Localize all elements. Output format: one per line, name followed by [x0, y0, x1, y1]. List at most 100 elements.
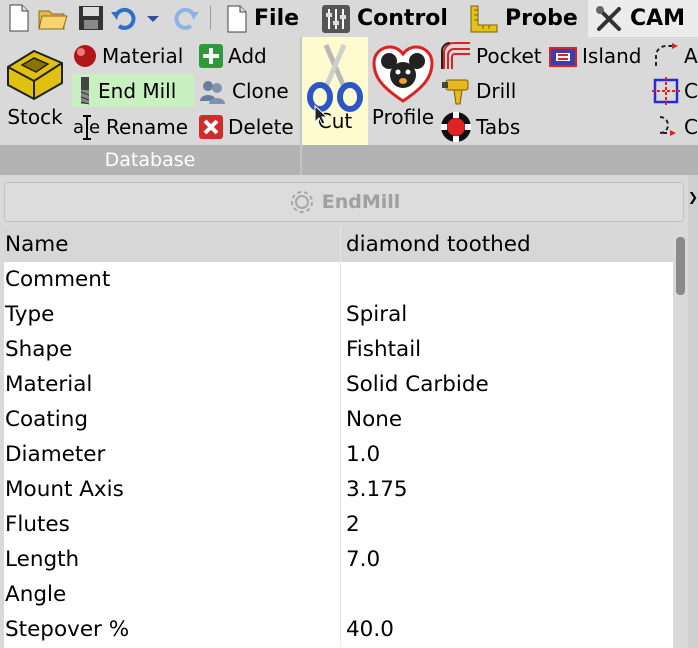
open-folder-icon[interactable]	[38, 4, 68, 32]
crosshair-box-icon	[652, 76, 680, 105]
table-row[interactable]: Type Spiral	[4, 297, 673, 332]
property-value[interactable]: 7.0	[340, 542, 673, 577]
end-mill-label: End Mill	[98, 78, 177, 103]
table-row[interactable]: Material Solid Carbide	[4, 367, 673, 402]
chevron-right-icon[interactable]: ❯	[688, 190, 698, 204]
table-row[interactable]: Diameter 1.0	[4, 437, 673, 472]
clone-icon	[200, 80, 225, 104]
table-row[interactable]: Mount Axis 3.175	[4, 472, 673, 507]
endmill-panel: EndMill ❯ Name diamond toothed Comment Type…	[0, 175, 698, 648]
property-value[interactable]: 1.0	[340, 437, 673, 472]
cut-off-button-3[interactable]: C	[652, 110, 698, 143]
material-label: Material	[102, 43, 184, 68]
cut-off-button-2[interactable]: C	[652, 74, 698, 107]
top-tab-bar: File Control Probe CAM	[0, 0, 698, 37]
tab-cam-label: CAM	[630, 6, 686, 31]
table-row[interactable]: Angle	[4, 577, 673, 612]
property-key: Name	[4, 227, 340, 262]
table-row[interactable]: Length 7.0	[4, 542, 673, 577]
property-value[interactable]: Solid Carbide	[340, 367, 673, 402]
property-value[interactable]	[340, 577, 673, 612]
add-label: Add	[228, 43, 267, 68]
cam-group-footer	[302, 145, 698, 175]
property-key: Shape	[5, 337, 73, 362]
rename-icon: ae	[73, 114, 100, 140]
property-key: Flutes	[5, 512, 70, 537]
property-key: Comment	[5, 267, 111, 292]
svg-text:a: a	[73, 117, 84, 138]
clone-button[interactable]: Clone	[198, 74, 289, 107]
table-row[interactable]: Comment	[4, 262, 673, 297]
redo-icon[interactable]	[172, 4, 199, 32]
property-key: Diameter	[5, 442, 106, 467]
rename-button[interactable]: ae Rename	[72, 110, 188, 143]
delete-button[interactable]: Delete	[198, 110, 294, 143]
end-mill-button[interactable]: End Mill	[72, 74, 194, 107]
database-group-label: Database	[0, 145, 300, 175]
profile-button[interactable]: Profile	[370, 43, 436, 129]
chevron-down-icon[interactable]	[144, 4, 170, 32]
tab-file[interactable]: File	[220, 0, 305, 37]
gear-icon	[290, 191, 313, 213]
drill-label: Drill	[476, 78, 517, 103]
tabs-button[interactable]: Tabs	[440, 110, 520, 143]
table-row[interactable]: Name diamond toothed	[4, 227, 673, 262]
svg-text:e: e	[89, 117, 100, 138]
table-row[interactable]: Shape Fishtail	[4, 332, 673, 367]
property-key: Material	[5, 372, 93, 397]
property-value[interactable]: diamond toothed	[340, 227, 673, 262]
new-file-icon[interactable]	[8, 4, 34, 32]
cut-off-label-2: C	[684, 78, 698, 103]
table-row[interactable]: Flutes 2	[4, 507, 673, 542]
panel-title-button[interactable]: EndMill	[4, 182, 684, 222]
probe-icon	[470, 5, 498, 32]
panel-title: EndMill	[321, 191, 401, 213]
drill-icon	[442, 79, 469, 104]
island-button[interactable]: Island	[548, 39, 642, 72]
property-value[interactable]: 2	[340, 507, 673, 542]
property-value[interactable]	[340, 262, 673, 297]
profile-icon	[372, 45, 434, 103]
material-button[interactable]: Material	[72, 39, 183, 72]
tab-probe-label: Probe	[505, 6, 578, 31]
property-key: Coating	[5, 407, 89, 432]
mouse-pointer-icon	[314, 105, 328, 125]
property-value[interactable]: Spiral	[340, 297, 673, 332]
properties-table: Name diamond toothed Comment Type Spiral Shap…	[4, 227, 673, 648]
drill-button[interactable]: Drill	[440, 74, 516, 107]
property-key: Type	[5, 302, 55, 327]
property-value[interactable]: 40.0	[340, 612, 673, 647]
database-group: Stock Material End Mill ae Rename Add Cl…	[0, 37, 300, 175]
add-button[interactable]: Add	[198, 39, 267, 72]
table-row[interactable]: Stepover % 40.0	[4, 612, 673, 647]
end-mill-icon	[80, 76, 90, 104]
tabs-label: Tabs	[476, 114, 521, 139]
cam-icon	[596, 5, 621, 31]
file-icon	[227, 5, 247, 32]
property-key: Length	[5, 547, 80, 572]
property-value[interactable]: 3.175	[340, 472, 673, 507]
profile-label: Profile	[371, 105, 435, 129]
tabs-icon	[441, 111, 471, 142]
stock-button[interactable]: Stock	[2, 43, 68, 129]
cut-button[interactable]: Cut	[302, 37, 368, 145]
cut-off-button-1[interactable]: A	[652, 39, 698, 72]
undo-icon[interactable]	[110, 4, 136, 32]
delete-icon	[199, 114, 223, 139]
rename-label: Rename	[106, 114, 189, 139]
stock-icon	[7, 49, 63, 101]
property-key: Mount Axis	[5, 477, 124, 502]
pocket-button[interactable]: Pocket	[440, 39, 542, 72]
tab-control[interactable]: Control	[315, 0, 454, 37]
tab-probe[interactable]: Probe	[463, 0, 584, 37]
save-icon[interactable]	[78, 4, 104, 32]
cut-off-label-3: C	[684, 114, 698, 139]
clone-label: Clone	[232, 78, 289, 103]
property-value[interactable]: Fishtail	[340, 332, 673, 367]
table-row[interactable]: Coating None	[4, 402, 673, 437]
arc-arrow-icon	[655, 42, 678, 66]
scrollbar-thumb[interactable]	[676, 237, 685, 295]
tab-file-label: File	[254, 6, 300, 31]
property-value[interactable]: None	[340, 402, 673, 437]
tab-cam[interactable]: CAM	[588, 0, 698, 37]
